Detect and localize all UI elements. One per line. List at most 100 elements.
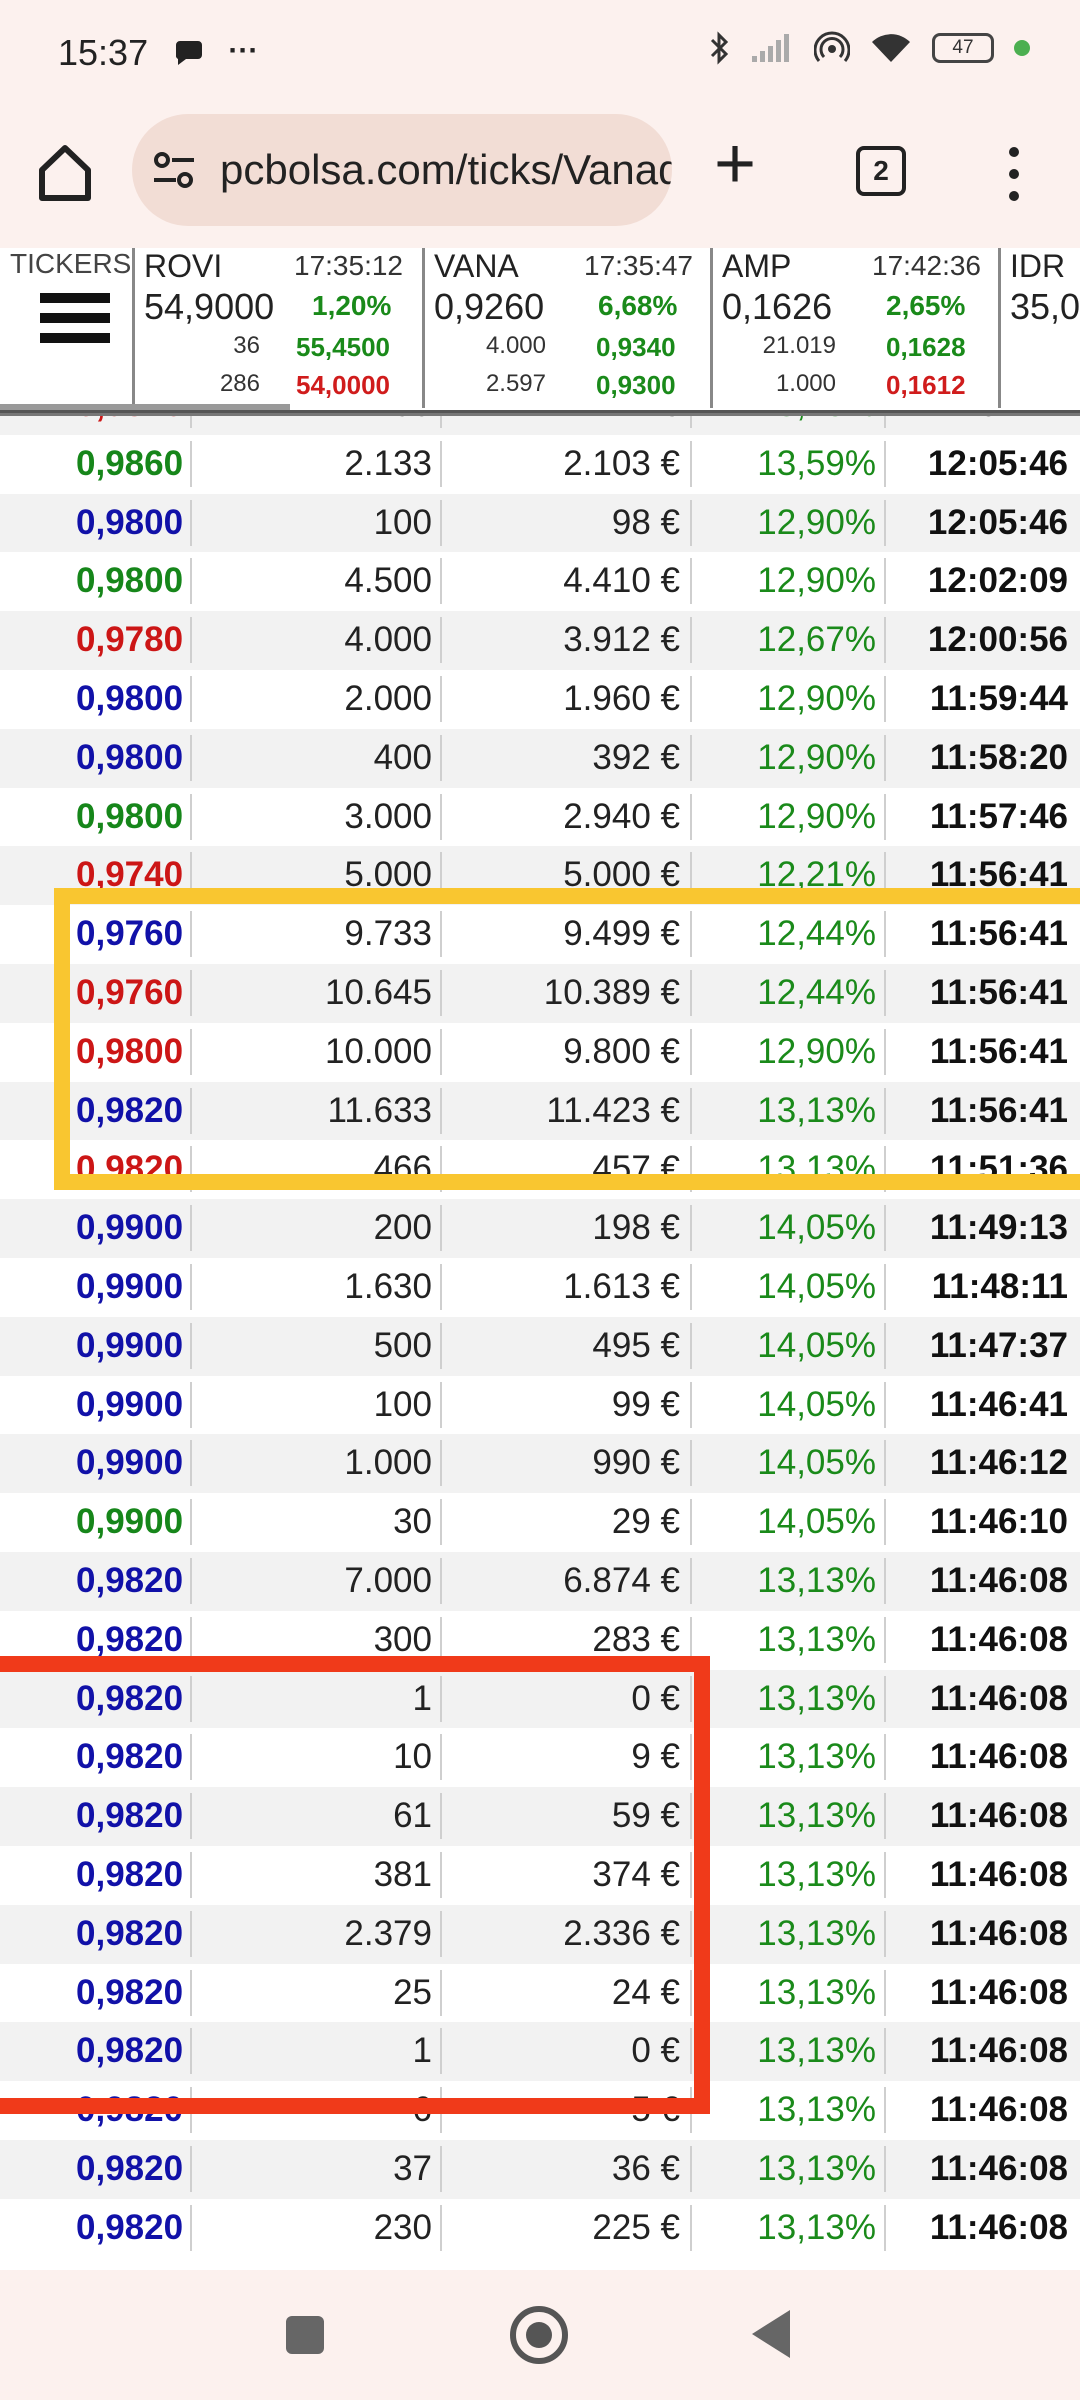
- trade-change-pct: 13,13%: [757, 1737, 876, 1777]
- trade-amount: 1.960 €: [563, 678, 680, 718]
- trade-time: 11:46:08: [929, 1913, 1068, 1953]
- trade-price: 0,9900: [76, 1502, 184, 1542]
- column-divider: [884, 1675, 886, 1722]
- column-divider: [690, 1322, 692, 1369]
- trade-time: 11:46:08: [929, 1972, 1068, 2012]
- column-divider: [190, 1322, 192, 1369]
- column-divider: [884, 1616, 886, 1663]
- trade-change-pct: 12,90%: [757, 502, 876, 542]
- trade-price: 0,9780: [76, 620, 184, 660]
- trade-quantity: 1.000: [344, 1443, 432, 1483]
- column-divider: [440, 440, 442, 487]
- trade-amount: 392 €: [592, 737, 680, 777]
- trade-amount: 6.874 €: [563, 1560, 680, 1600]
- ticker-time: 17:35:12: [294, 250, 403, 281]
- trade-amount: 98 €: [611, 502, 680, 542]
- ticker-pct: 1,20%: [312, 290, 392, 321]
- ticker-amp[interactable]: AMP 17:42:36 0,1626 2,65% 21.019 0,1628 …: [714, 248, 998, 408]
- ticker-buy-price: 0,9340: [596, 332, 676, 362]
- ticker-price: 35,0: [1010, 286, 1080, 327]
- trade-change-pct: 13,59%: [757, 443, 876, 483]
- trade-amount: 3.912 €: [563, 620, 680, 660]
- ticker-price: 0,9260: [434, 286, 545, 327]
- trade-price: 0,9900: [76, 1266, 184, 1306]
- trade-quantity: 4.000: [344, 620, 432, 660]
- column-divider: [884, 1381, 886, 1428]
- column-divider: [884, 499, 886, 546]
- home-icon[interactable]: [30, 138, 100, 208]
- trade-time: 12:00:56: [927, 620, 1068, 660]
- home-circle-icon[interactable]: [510, 2306, 568, 2364]
- column-divider: [884, 675, 886, 722]
- ticker-pct: 6,68%: [598, 290, 678, 321]
- site-settings-icon[interactable]: [152, 150, 196, 190]
- trade-quantity: 30: [393, 1502, 432, 1542]
- ticker-name: ROVI: [144, 248, 223, 284]
- tab-switcher-button[interactable]: 2: [856, 146, 906, 196]
- recents-square-icon[interactable]: [286, 2316, 324, 2354]
- trade-time: 11:46:08: [929, 1854, 1068, 1894]
- ticker-buy-volume: 4.000: [485, 332, 546, 359]
- trade-time: 11:46:08: [929, 2207, 1068, 2247]
- trade-amount: 99 €: [611, 1384, 680, 1424]
- ticker-vana[interactable]: VANA 17:35:47 0,9260 6,68% 4.000 0,9340 …: [426, 248, 710, 408]
- trade-change-pct: 13,13%: [757, 1972, 876, 2012]
- bluetooth-icon: [710, 31, 729, 65]
- table-row: 0,9800 4.500 4.410 € 12,90% 12:02:09: [0, 552, 1080, 612]
- trade-price: 0,9860: [76, 443, 184, 483]
- column-divider: [440, 675, 442, 722]
- trade-time: 11:46:08: [929, 1678, 1068, 1718]
- trade-time: 12:07:24: [888, 416, 1068, 435]
- hamburger-menu-icon[interactable]: [40, 293, 110, 343]
- column-divider: [190, 1499, 192, 1546]
- trade-price: 0,9820: [76, 2148, 184, 2188]
- table-row: 0,9900 1.000 990 € 14,05% 11:46:12: [0, 1434, 1080, 1494]
- ticker-divider: [710, 248, 713, 408]
- column-divider: [690, 416, 692, 428]
- ticker-price: 54,9000: [144, 286, 275, 327]
- trade-change-pct: 13,13%: [757, 1854, 876, 1894]
- trade-quantity: 1.630: [344, 1266, 432, 1306]
- trade-time: 11:46:08: [929, 1560, 1068, 1600]
- ticker-buy-volume: 36: [233, 332, 260, 359]
- trade-amount: 198 €: [592, 1208, 680, 1248]
- trade-change-pct: 13,13%: [757, 1796, 876, 1836]
- yellow-highlight-box: [54, 888, 1080, 1190]
- trade-amount: 2.103 €: [563, 443, 680, 483]
- table-row: 0,9800 2.000 1.960 € 12,90% 11:59:44: [0, 669, 1080, 729]
- trade-time: 11:46:12: [929, 1443, 1068, 1483]
- column-divider: [690, 734, 692, 781]
- ticker-time: 17:42:36: [872, 250, 981, 281]
- ticker-pct: 2,65%: [886, 290, 966, 321]
- ticker-buy-price: 0,1628: [886, 332, 966, 362]
- ticker-buy-volume: 21.019: [762, 332, 836, 359]
- column-divider: [190, 1205, 192, 1252]
- column-divider: [884, 1910, 886, 1957]
- trade-quantity: 37: [393, 2148, 432, 2188]
- more-dots-icon: ···: [228, 34, 259, 67]
- trade-price: 0,9900: [76, 1208, 184, 1248]
- ticker-name: AMP: [722, 248, 792, 284]
- ticker-rovi[interactable]: ROVI 17:35:12 54,9000 1,20% 36 55,4500 2…: [136, 248, 422, 408]
- tickers-strip: TICKERS ROVI 17:35:12 54,9000 1,20% 36 5…: [0, 248, 1080, 416]
- table-row: 0,9900 30 29 € 14,05% 11:46:10: [0, 1493, 1080, 1552]
- address-bar[interactable]: pcbolsa.com/ticks/Vanadi: [132, 114, 672, 226]
- column-divider: [190, 2145, 192, 2192]
- overflow-menu-icon[interactable]: [1002, 144, 1026, 204]
- ticker-idr[interactable]: IDR 35,0: [1002, 248, 1080, 408]
- table-row: 0,9900 1.630 1.613 € 14,05% 11:48:11: [0, 1257, 1080, 1317]
- trade-quantity: 2.255: [192, 416, 432, 435]
- trade-price: 0,9800: [76, 502, 184, 542]
- trade-time: 11:46:08: [929, 1737, 1068, 1777]
- trade-price: 0,9800: [76, 561, 184, 601]
- new-tab-plus-icon[interactable]: +: [714, 128, 756, 200]
- column-divider: [190, 1557, 192, 1604]
- column-divider: [884, 2028, 886, 2075]
- column-divider: [190, 2204, 192, 2251]
- trade-change-pct: 13,13%: [757, 2207, 876, 2247]
- trade-change-pct: 12,67%: [757, 620, 876, 660]
- trade-price: 0,9900: [76, 1384, 184, 1424]
- back-triangle-icon[interactable]: [752, 2310, 790, 2358]
- trade-change-pct: 14,05%: [757, 1384, 876, 1424]
- ticker-sell-price: 0,1612: [886, 370, 966, 400]
